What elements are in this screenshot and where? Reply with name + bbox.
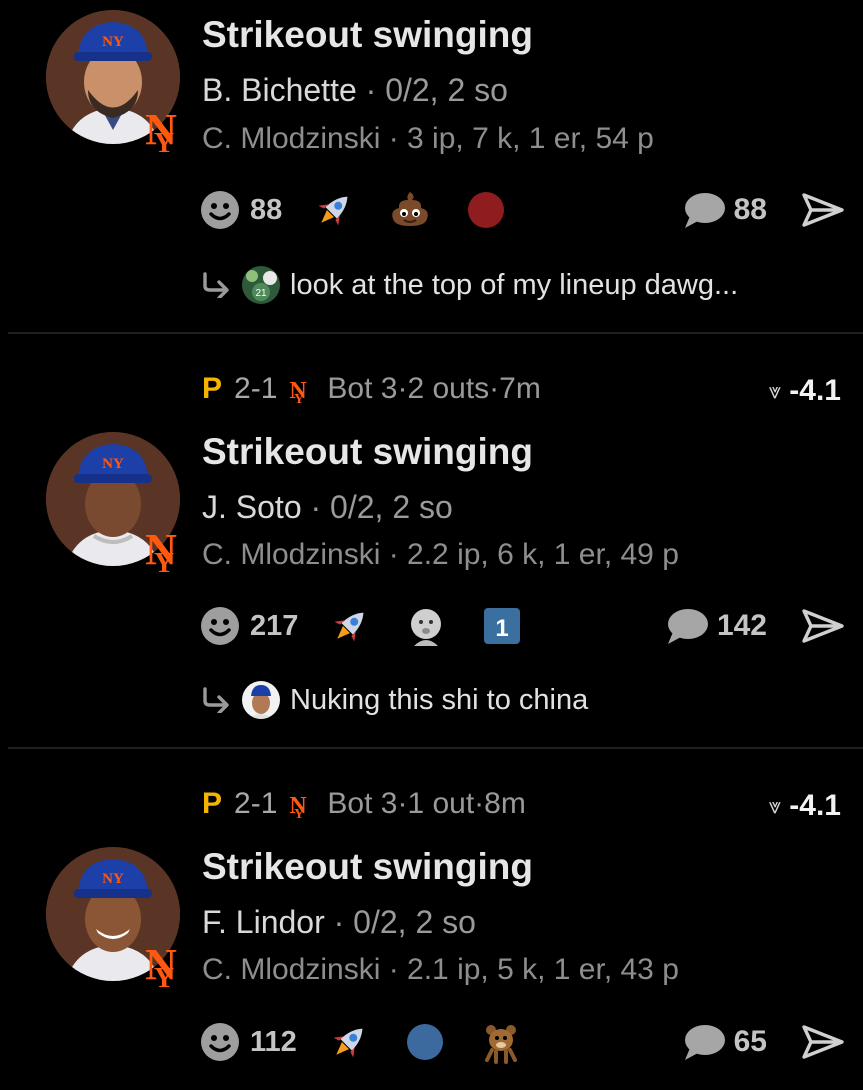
smiley-icon: [201, 607, 239, 645]
mets-team-logo-icon: NY: [290, 378, 308, 404]
reply-user-avatar[interactable]: 21: [242, 266, 280, 304]
share-send-icon[interactable]: [801, 192, 845, 228]
pitcher-line: C. Mlodzinski · 2.1 ip, 5 k, 1 er, 43 p: [202, 953, 679, 986]
comment-count[interactable]: 65: [734, 1025, 767, 1059]
number-one-button[interactable]: 1: [480, 604, 524, 648]
reply-text: Nuking this shi to china: [290, 683, 589, 716]
game-context: P 2-1 NY Bot 3 · 1 out · 8m: [202, 787, 526, 820]
svg-text:Y: Y: [294, 392, 304, 404]
outs: 2 outs: [407, 372, 490, 405]
pirates-team-logo: P: [202, 372, 223, 405]
play-card[interactable]: P 2-1 NY Bot 3 · 2 outs · 7m ⩔ -4.1 NY N…: [0, 334, 863, 747]
batter-stats: 0/2, 2 so: [353, 904, 476, 940]
game-score: 2-1: [234, 787, 278, 820]
reply-user-avatar[interactable]: [242, 681, 280, 719]
batter-name[interactable]: J. Soto: [202, 489, 302, 525]
smiley-count: 112: [250, 1025, 297, 1058]
reply-arrow-icon: [203, 687, 229, 713]
batter-stats: 0/2, 2 so: [385, 72, 508, 108]
pitcher-line: C. Mlodzinski · 2.2 ip, 6 k, 1 er, 49 p: [202, 538, 679, 571]
win-probability-change: ⩔ -4.1: [769, 789, 841, 823]
wpa-value: -4.1: [789, 374, 841, 407]
mets-logo-icon: N Y: [145, 940, 177, 989]
game-score: 2-1: [234, 372, 278, 405]
comment-bubble-icon[interactable]: [682, 1022, 726, 1062]
svg-text:Y: Y: [154, 128, 174, 154]
smiley-icon: [201, 191, 239, 229]
mets-team-logo-icon: NY: [290, 793, 308, 819]
batter-line: F. Lindor · 0/2, 2 so: [202, 904, 476, 940]
svg-text:Y: Y: [154, 548, 174, 574]
rocket-icon[interactable]: [327, 1020, 371, 1064]
game-context: P 2-1 NY Bot 3 · 2 outs · 7m: [202, 372, 541, 405]
inning: Bot 3: [327, 787, 398, 820]
poop-icon[interactable]: [388, 188, 432, 232]
win-prob-arrow-icon: ⩔: [768, 378, 782, 403]
time-ago: 8m: [484, 787, 526, 820]
baby-face-icon[interactable]: [404, 604, 448, 648]
top-reply[interactable]: 21 look at the top of my lineup dawg...: [200, 265, 738, 305]
reply-text: look at the top of my lineup dawg...: [290, 268, 739, 301]
play-title: Strikeout swinging: [202, 846, 533, 887]
share-send-icon[interactable]: [801, 608, 845, 644]
svg-text:Y: Y: [154, 963, 174, 989]
batter-name[interactable]: F. Lindor: [202, 904, 325, 940]
svg-text:1: 1: [496, 615, 509, 642]
batter-name[interactable]: B. Bichette: [202, 72, 357, 108]
svg-text:21: 21: [255, 288, 267, 299]
play-title: Strikeout swinging: [202, 14, 533, 55]
smiley-react-button[interactable]: 217: [200, 606, 298, 646]
batter-line: J. Soto · 0/2, 2 so: [202, 489, 453, 525]
pitcher-line: C. Mlodzinski · 3 ip, 7 k, 1 er, 54 p: [202, 122, 654, 155]
svg-text:NY: NY: [102, 34, 124, 50]
time-ago: 7m: [499, 372, 541, 405]
svg-text:NY: NY: [102, 456, 124, 472]
smiley-react-button[interactable]: 88: [200, 190, 282, 230]
cartoon-bear-icon[interactable]: [479, 1020, 523, 1064]
rocket-icon[interactable]: [312, 188, 356, 232]
comment-count[interactable]: 88: [734, 193, 767, 227]
smiley-count: 88: [250, 193, 283, 226]
pirates-team-logo: P: [202, 787, 223, 820]
top-reply[interactable]: Nuking this shi to china: [200, 680, 588, 720]
svg-text:Y: Y: [294, 807, 304, 819]
rocket-icon[interactable]: [328, 604, 372, 648]
play-card[interactable]: P 2-1 NY Bot 3 · 1 out · 8m ⩔ -4.1 NY N …: [0, 749, 863, 1090]
red-circle-icon[interactable]: [464, 188, 508, 232]
inning: Bot 3: [327, 372, 398, 405]
play-card[interactable]: NY N Y Strikeout swinging B. Bichette · …: [0, 0, 863, 333]
smiley-icon: [201, 1023, 239, 1061]
mets-logo-icon: N Y: [145, 525, 177, 574]
comment-count[interactable]: 142: [717, 609, 767, 643]
smiley-react-button[interactable]: 112: [200, 1022, 297, 1062]
svg-text:NY: NY: [102, 871, 124, 887]
mets-logo-icon: N Y: [145, 105, 177, 154]
smiley-count: 217: [250, 609, 299, 642]
batter-line: B. Bichette · 0/2, 2 so: [202, 72, 508, 108]
reply-arrow-icon: [203, 272, 229, 298]
outs: 1 out: [407, 787, 475, 820]
blue-circle-icon[interactable]: [403, 1020, 447, 1064]
share-send-icon[interactable]: [801, 1024, 845, 1060]
play-title: Strikeout swinging: [202, 431, 533, 472]
comment-bubble-icon[interactable]: [682, 190, 726, 230]
win-prob-arrow-icon: ⩔: [768, 793, 782, 818]
comment-bubble-icon[interactable]: [665, 606, 709, 646]
wpa-value: -4.1: [789, 789, 841, 822]
batter-stats: 0/2, 2 so: [330, 489, 453, 525]
win-probability-change: ⩔ -4.1: [769, 374, 841, 408]
